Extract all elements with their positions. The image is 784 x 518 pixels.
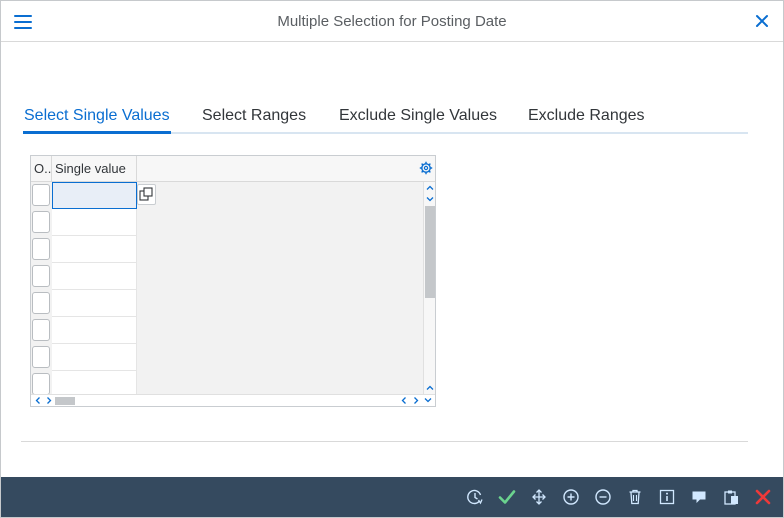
vertical-scrollbar[interactable] [423, 182, 435, 395]
row-selector[interactable] [32, 265, 50, 287]
tab-exclude-ranges[interactable]: Exclude Ranges [528, 107, 645, 125]
scroll-up-bottom-icon[interactable] [425, 383, 435, 393]
table-header: O.. Single value [31, 156, 435, 182]
clock-icon[interactable] [464, 486, 486, 508]
dialog-header: Multiple Selection for Posting Date [1, 1, 783, 42]
info-icon[interactable] [656, 486, 678, 508]
row-selector[interactable] [32, 319, 50, 341]
row-selector[interactable] [32, 373, 50, 395]
tab-select-single-values[interactable]: Select Single Values [24, 107, 170, 125]
scroll-down-bottom-icon[interactable] [423, 395, 433, 406]
page-down-icon[interactable] [425, 194, 435, 204]
single-value-cell[interactable] [52, 290, 137, 317]
table-row [31, 344, 423, 371]
clipboard-icon[interactable] [720, 486, 742, 508]
single-value-cell[interactable] [52, 317, 137, 344]
scroll-right-end-icon[interactable] [411, 395, 421, 406]
row-selector[interactable] [32, 292, 50, 314]
row-selector[interactable] [32, 184, 50, 206]
active-tab-indicator [23, 131, 171, 134]
row-selector[interactable] [32, 346, 50, 368]
single-value-cell[interactable] [52, 236, 137, 263]
value-help-button[interactable] [137, 184, 156, 205]
dialog-title: Multiple Selection for Posting Date [277, 13, 507, 30]
column-header-single-value[interactable]: Single value [52, 156, 137, 182]
close-icon[interactable] [755, 13, 769, 29]
single-values-table: O.. Single value [30, 155, 436, 407]
scroll-left-end-icon[interactable] [399, 395, 409, 406]
table-row [31, 236, 423, 263]
plus-circle-icon[interactable] [560, 486, 582, 508]
table-row [31, 263, 423, 290]
table-body [31, 182, 423, 398]
row-selector[interactable] [32, 211, 50, 233]
trash-icon[interactable] [624, 486, 646, 508]
cancel-icon[interactable] [752, 486, 774, 508]
scroll-up-icon[interactable] [425, 183, 435, 193]
multiple-selection-dialog: Multiple Selection for Posting Date Sele… [0, 0, 784, 518]
column-header-option[interactable]: O.. [31, 156, 52, 182]
single-value-cell[interactable] [52, 344, 137, 371]
row-selector[interactable] [32, 238, 50, 260]
comment-icon[interactable] [688, 486, 710, 508]
scroll-right-icon[interactable] [44, 395, 54, 406]
move-icon[interactable] [528, 486, 550, 508]
tab-bar: Select Single Values Select Ranges Exclu… [23, 101, 748, 134]
table-row [31, 317, 423, 344]
divider [21, 441, 748, 442]
table-row [31, 182, 423, 209]
vertical-scroll-thumb[interactable] [425, 206, 435, 298]
table-row [31, 209, 423, 236]
scroll-left-icon[interactable] [33, 395, 43, 406]
single-value-cell[interactable] [52, 263, 137, 290]
table-row [31, 290, 423, 317]
single-value-cell[interactable] [52, 182, 137, 209]
check-icon[interactable] [496, 486, 518, 508]
tab-select-ranges[interactable]: Select Ranges [202, 107, 306, 125]
footer-toolbar [1, 477, 783, 517]
horizontal-scroll-thumb[interactable] [55, 397, 75, 405]
tab-exclude-single-values[interactable]: Exclude Single Values [339, 107, 497, 125]
horizontal-scrollbar[interactable] [31, 394, 435, 406]
single-value-cell[interactable] [52, 209, 137, 236]
minus-circle-icon[interactable] [592, 486, 614, 508]
gear-icon[interactable] [419, 161, 433, 175]
